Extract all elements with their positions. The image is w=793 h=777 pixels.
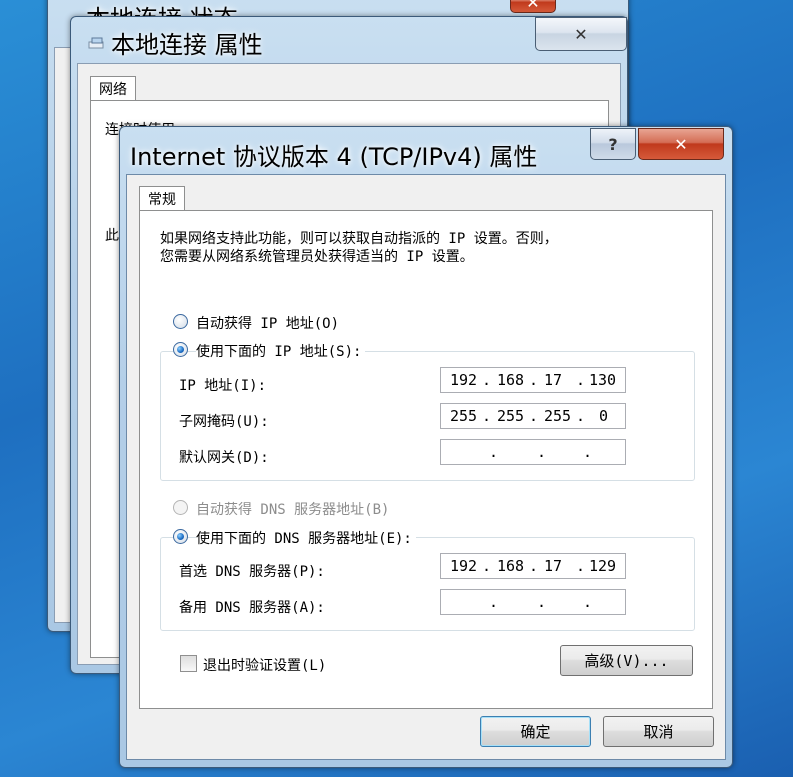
tab-general[interactable]: 常规 bbox=[139, 186, 185, 211]
auto-ip-radio[interactable] bbox=[173, 314, 188, 329]
tcpip-dialog: Internet 协议版本 4 (TCP/IPv4) 属性 ? ✕ 常规 如果网… bbox=[119, 126, 733, 768]
manual-dns-radio[interactable] bbox=[173, 529, 188, 544]
auto-dns-label: 自动获得 DNS 服务器地址(B) bbox=[196, 502, 390, 518]
close-icon: ✕ bbox=[674, 134, 688, 154]
auto-dns-radio bbox=[173, 500, 188, 515]
gateway-label: 默认网关(D): bbox=[179, 450, 269, 466]
alternate-dns-label: 备用 DNS 服务器(A): bbox=[179, 600, 325, 616]
description-line-1: 如果网络支持此功能，则可以获取自动指派的 IP 设置。否则， bbox=[160, 231, 558, 247]
auto-ip-label[interactable]: 自动获得 IP 地址(O) bbox=[196, 313, 339, 333]
manual-ip-radio[interactable] bbox=[173, 342, 188, 357]
description-line-2: 您需要从网络系统管理员处获得适当的 IP 设置。 bbox=[160, 249, 474, 265]
tcpip-dialog-title: Internet 协议版本 4 (TCP/IPv4) 属性 bbox=[130, 143, 538, 171]
close-button[interactable]: ✕ bbox=[638, 128, 724, 160]
advanced-button[interactable]: 高级(V)... bbox=[560, 645, 693, 676]
help-icon: ? bbox=[608, 134, 618, 154]
manual-dns-label[interactable]: 使用下面的 DNS 服务器地址(E): bbox=[196, 528, 416, 548]
close-icon: ✕ bbox=[526, 0, 540, 12]
partial-label: 此 bbox=[105, 228, 119, 244]
help-button[interactable]: ? bbox=[590, 128, 636, 160]
gateway-field[interactable]: ... bbox=[440, 439, 626, 465]
validate-label[interactable]: 退出时验证设置(L) bbox=[203, 655, 326, 675]
preferred-dns-label: 首选 DNS 服务器(P): bbox=[179, 564, 325, 580]
general-tab-panel: 如果网络支持此功能，则可以获取自动指派的 IP 设置。否则， 您需要从网络系统管… bbox=[139, 210, 713, 709]
ip-address-label: IP 地址(I): bbox=[179, 378, 267, 394]
subnet-mask-label: 子网掩码(U): bbox=[179, 414, 269, 430]
tcpip-dialog-client: 常规 如果网络支持此功能，则可以获取自动指派的 IP 设置。否则， 您需要从网络… bbox=[126, 174, 726, 760]
tab-network[interactable]: 网络 bbox=[90, 76, 136, 101]
subnet-mask-field[interactable]: 255. 255. 255. 0 bbox=[440, 403, 626, 429]
properties-window-title: 本地连接 属性 bbox=[111, 31, 263, 59]
ok-button[interactable]: 确定 bbox=[480, 716, 591, 747]
network-icon bbox=[87, 35, 107, 49]
validate-checkbox[interactable] bbox=[180, 655, 197, 672]
alternate-dns-field[interactable]: ... bbox=[440, 589, 626, 615]
status-window-close-button[interactable]: ✕ bbox=[510, 0, 556, 13]
preferred-dns-field[interactable]: 192. 168. 17. 129 bbox=[440, 553, 626, 579]
cancel-button[interactable]: 取消 bbox=[603, 716, 714, 747]
properties-window-close-button[interactable]: ✕ bbox=[535, 17, 627, 51]
ip-address-field[interactable]: 192. 168. 17. 130 bbox=[440, 367, 626, 393]
manual-ip-label[interactable]: 使用下面的 IP 地址(S): bbox=[196, 341, 366, 361]
close-icon: ✕ bbox=[574, 24, 588, 44]
